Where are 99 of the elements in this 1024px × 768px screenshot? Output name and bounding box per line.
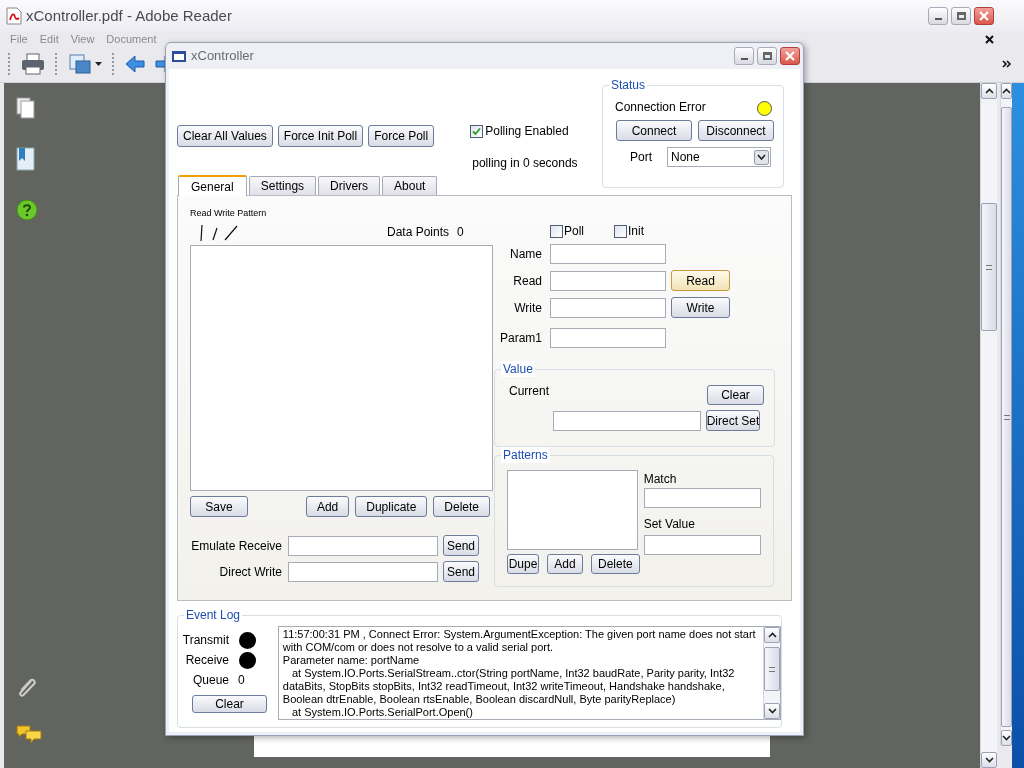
- polling-countdown: polling in 0 seconds: [472, 155, 578, 172]
- window-title: xController.pdf - Adobe Reader: [26, 5, 232, 26]
- help-icon[interactable]: [16, 199, 38, 221]
- tab[interactable]: General: [178, 175, 247, 196]
- pages-icon[interactable]: [16, 97, 36, 119]
- scroll-down-button[interactable]: [981, 752, 997, 768]
- log-line: Parameter name: portName: [282, 654, 421, 667]
- log-line: with COM/com or does not resolve to a valid serial port.: [282, 641, 555, 654]
- bookmark-icon[interactable]: [16, 147, 36, 171]
- clear-log-button[interactable]: Clear: [192, 695, 267, 713]
- set-value-label: Set Value: [643, 517, 696, 531]
- match-input[interactable]: [643, 488, 761, 508]
- back-arrow-icon[interactable]: [125, 54, 145, 74]
- send-button[interactable]: Send: [443, 535, 479, 556]
- connection-button[interactable]: Disconnect: [698, 120, 774, 141]
- port-select[interactable]: None: [667, 147, 771, 167]
- log-line: at System.IO.Ports.SerialPort.Open(): [291, 706, 474, 719]
- port-label: Port: [629, 149, 652, 166]
- queue-count: 0: [238, 672, 245, 689]
- paperclip-icon[interactable]: [16, 676, 38, 700]
- polling-label: Polling Enabled: [485, 123, 569, 140]
- log-line: dataBits, StopBits stopBits, Int32 readTimeout, Int32 writeTimeout, Handshake handshake,: [282, 680, 726, 693]
- send-input[interactable]: [288, 561, 438, 582]
- option-label: Init: [628, 223, 645, 240]
- indicator-label: Receive: [184, 652, 229, 669]
- pattern-label: Read Write Pattern: [190, 208, 268, 218]
- scroll-up-button[interactable]: [981, 83, 997, 99]
- more-icon[interactable]: [1002, 60, 1012, 68]
- set-value-input[interactable]: [643, 535, 761, 555]
- close-button[interactable]: [974, 7, 994, 25]
- field-input[interactable]: [550, 244, 666, 264]
- direct-set-button[interactable]: Direct Set: [706, 410, 760, 431]
- log-scrollbar[interactable]: [763, 627, 780, 719]
- field-label: Param1: [498, 330, 542, 347]
- action-button[interactable]: Force Init Poll: [277, 125, 364, 147]
- list-action-button[interactable]: Delete: [433, 496, 490, 517]
- connection-button[interactable]: Connect: [616, 120, 692, 141]
- pattern-action-button[interactable]: Dupe: [507, 554, 539, 574]
- group-title: Event Log: [184, 607, 243, 623]
- tab[interactable]: About: [382, 176, 438, 195]
- option-label: Poll: [564, 223, 584, 240]
- pattern-action-button[interactable]: Add: [547, 554, 583, 574]
- group-title: Patterns: [501, 447, 550, 463]
- caret-icon: [95, 62, 102, 66]
- page-scrollbar[interactable]: [980, 83, 997, 768]
- option-checkbox[interactable]: [614, 224, 627, 238]
- data-points-label: Data Points: [387, 225, 450, 239]
- current-value-input[interactable]: [553, 410, 701, 431]
- action-button[interactable]: Clear All Values: [177, 125, 273, 147]
- close-icon: [785, 51, 795, 61]
- option-checkbox[interactable]: [550, 224, 563, 238]
- field-action-button[interactable]: Read: [671, 270, 730, 291]
- polling-checkbox[interactable]: [470, 124, 484, 138]
- maximize-button[interactable]: [757, 47, 777, 65]
- send-row-label: Emulate Receive: [190, 537, 282, 555]
- field-label: Write: [513, 299, 542, 317]
- dialog-title: xController: [191, 47, 254, 66]
- scroll-up-button[interactable]: [764, 627, 780, 643]
- printer-icon[interactable]: [21, 53, 45, 75]
- minimize-button[interactable]: [734, 47, 754, 65]
- scroll-up-button[interactable]: [1001, 83, 1012, 99]
- send-button[interactable]: Send: [443, 561, 479, 582]
- close-icon[interactable]: [985, 34, 994, 44]
- clear-value-button[interactable]: Clear: [707, 385, 764, 405]
- group-title: Value: [501, 361, 535, 377]
- field-action-button[interactable]: Write: [671, 297, 730, 318]
- status-message: Connection Error: [615, 99, 706, 116]
- field-label: Name: [509, 246, 542, 263]
- pdf-file-icon: [6, 7, 22, 25]
- list-action-button[interactable]: Duplicate: [355, 496, 428, 517]
- minimize-button[interactable]: [928, 7, 948, 25]
- field-label: Read: [512, 272, 542, 290]
- window-icon: [172, 50, 186, 62]
- close-icon: [979, 11, 989, 21]
- log-line: Boolean dtrEnable, Boolean rtsEnable, Boolean discardNull, Byte parityReplace): [282, 693, 677, 706]
- log-line: 11:57:00:31 PM , Connect Error: System.ArgumentException: The given port name does not start: [282, 628, 757, 641]
- pattern-action-button[interactable]: Delete: [591, 554, 640, 574]
- tab[interactable]: Drivers: [318, 176, 381, 195]
- send-row-label: Direct Write: [218, 563, 282, 581]
- log-line: at System.IO.Ports.SerialStream..ctor(String portName, Int32 baudRate, Parity parity, Int32: [291, 667, 736, 680]
- field-input[interactable]: [550, 297, 666, 318]
- scroll-down-button[interactable]: [764, 703, 780, 719]
- indicator-label: Transmit: [181, 632, 229, 649]
- match-label: Match: [643, 472, 678, 486]
- list-action-button[interactable]: Add: [305, 496, 350, 517]
- close-button[interactable]: [780, 47, 800, 65]
- action-button[interactable]: Force Poll: [368, 125, 435, 147]
- send-input[interactable]: [288, 535, 438, 556]
- field-input[interactable]: [550, 328, 666, 348]
- maximize-button[interactable]: [951, 7, 971, 25]
- field-input[interactable]: [550, 270, 666, 291]
- scroll-down-button[interactable]: [1001, 730, 1012, 746]
- current-label: Current: [509, 383, 549, 400]
- data-points-count: 0: [457, 225, 464, 239]
- queue-label: Queue: [191, 672, 229, 689]
- save-button[interactable]: Save: [190, 496, 248, 517]
- tab[interactable]: Settings: [248, 176, 317, 195]
- comments-icon[interactable]: [16, 724, 42, 744]
- share-menu-button[interactable]: [68, 53, 102, 75]
